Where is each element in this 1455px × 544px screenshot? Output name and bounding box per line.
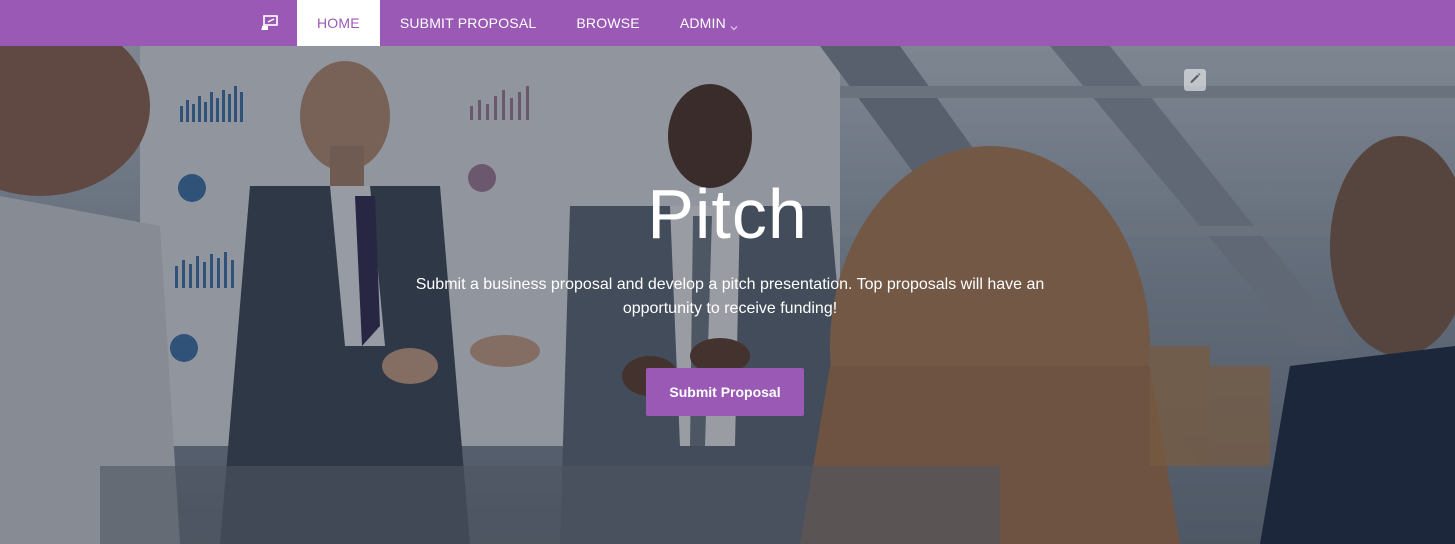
nav-item-label: HOME bbox=[317, 15, 360, 31]
top-navbar: HOME SUBMIT PROPOSAL BROWSE ADMIN bbox=[0, 0, 1455, 46]
presentation-board-icon[interactable] bbox=[259, 12, 281, 34]
nav-item-label: ADMIN bbox=[679, 15, 726, 31]
hero-section: Pitch Submit a business proposal and dev… bbox=[0, 46, 1455, 544]
pencil-icon bbox=[1188, 71, 1202, 90]
chevron-down-icon bbox=[730, 19, 738, 31]
submit-proposal-button[interactable]: Submit Proposal bbox=[646, 368, 804, 416]
nav-item-admin[interactable]: ADMIN bbox=[660, 0, 758, 46]
nav-item-submit-proposal[interactable]: SUBMIT PROPOSAL bbox=[380, 0, 557, 46]
nav-item-browse[interactable]: BROWSE bbox=[556, 0, 659, 46]
nav-item-home[interactable]: HOME bbox=[297, 0, 380, 46]
edit-button[interactable] bbox=[1184, 69, 1206, 91]
nav-item-label: SUBMIT PROPOSAL bbox=[399, 15, 537, 31]
hero-title: Pitch bbox=[647, 175, 808, 253]
nav-menu: HOME SUBMIT PROPOSAL BROWSE ADMIN bbox=[297, 0, 758, 46]
nav-item-label: BROWSE bbox=[576, 15, 640, 31]
submit-proposal-button-label: Submit Proposal bbox=[669, 384, 781, 400]
hero-description: Submit a business proposal and develop a… bbox=[415, 276, 1045, 317]
